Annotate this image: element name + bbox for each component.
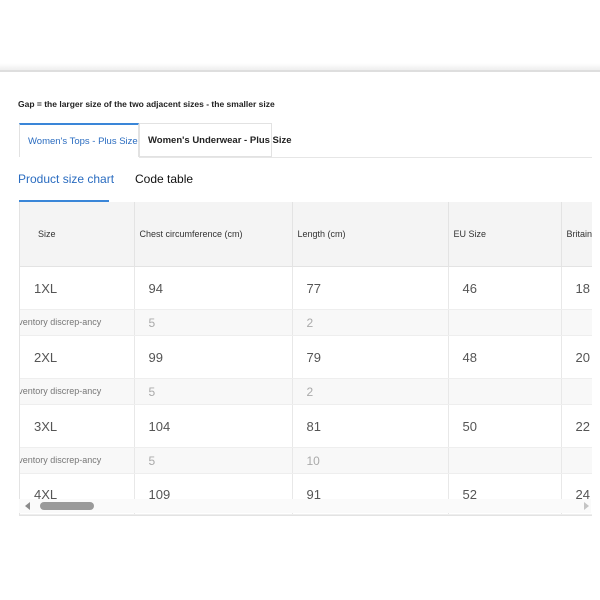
- header-eu-size: EU Size: [448, 202, 562, 267]
- cell-length-gap: 2: [292, 309, 449, 336]
- cell-britain: 18: [561, 266, 592, 310]
- table-row: 2XL 99 79 48 20: [20, 335, 592, 379]
- cell-chest-gap: 5: [134, 378, 293, 405]
- subtab-code-table[interactable]: Code table: [135, 172, 193, 186]
- header-length: Length (cm): [292, 202, 449, 267]
- table-row-gap: Inventory discrep-ancy 5 10: [19, 447, 592, 474]
- cell-gap-label: Inventory discrep-ancy: [19, 447, 135, 474]
- cell-britain: 22: [561, 404, 592, 448]
- cell-chest: 99: [134, 335, 293, 379]
- cell-britain-gap: [561, 447, 592, 474]
- header-size: Size: [20, 202, 135, 267]
- cell-length-gap: 10: [292, 447, 449, 474]
- cell-eu-size: 50: [448, 404, 562, 448]
- gap-label: Inventory discrep-ancy: [19, 317, 102, 327]
- gap-label: Inventory discrep-ancy: [19, 386, 102, 396]
- cell-britain-gap: [561, 378, 592, 405]
- cell-gap-label: Inventory discrep-ancy: [19, 309, 135, 336]
- cell-size: 1XL: [20, 266, 135, 310]
- cell-chest: 94: [134, 266, 293, 310]
- cell-size: 2XL: [20, 335, 135, 379]
- table-row: 3XL 104 81 50 22: [20, 404, 592, 448]
- table-row-gap: Inventory discrep-ancy 5 2: [19, 378, 592, 405]
- cell-eu-size: 48: [448, 335, 562, 379]
- table-header-row: Size Chest circumference (cm) Length (cm…: [20, 202, 592, 267]
- tab-womens-underwear-plus-size[interactable]: Women's Underwear - Plus Size: [139, 123, 292, 157]
- cell-length-gap: 2: [292, 378, 449, 405]
- header-britain: Britain: [561, 202, 592, 267]
- tabs-divider: [139, 157, 592, 158]
- scrollbar-thumb[interactable]: [40, 502, 94, 510]
- cell-eu-gap: [448, 378, 562, 405]
- cell-chest-gap: 5: [134, 447, 293, 474]
- cell-eu-size: 46: [448, 266, 562, 310]
- cell-size: 3XL: [20, 404, 135, 448]
- cell-britain: 20: [561, 335, 592, 379]
- horizontal-scrollbar[interactable]: [19, 499, 591, 513]
- subtab-product-size-chart[interactable]: Product size chart: [18, 172, 114, 186]
- cell-eu-gap: [448, 447, 562, 474]
- top-divider: [0, 70, 600, 72]
- triangle-left-icon[interactable]: [25, 502, 30, 510]
- header-chest-circumference: Chest circumference (cm): [134, 202, 293, 267]
- cell-britain-gap: [561, 309, 592, 336]
- top-bar: [0, 0, 600, 72]
- triangle-right-icon[interactable]: [584, 502, 589, 510]
- size-chart-table-container[interactable]: Size Chest circumference (cm) Length (cm…: [19, 202, 592, 516]
- cell-length: 81: [292, 404, 449, 448]
- gap-note: Gap = the larger size of the two adjacen…: [18, 99, 275, 109]
- cell-chest-gap: 5: [134, 309, 293, 336]
- cell-eu-gap: [448, 309, 562, 336]
- cell-length: 79: [292, 335, 449, 379]
- cell-gap-label: Inventory discrep-ancy: [19, 378, 135, 405]
- tab-womens-tops-plus-size[interactable]: Women's Tops - Plus Size: [19, 123, 139, 157]
- cell-length: 77: [292, 266, 449, 310]
- category-tabs: Women's Tops - Plus Size Women's Underwe…: [19, 123, 292, 158]
- gap-label: Inventory discrep-ancy: [19, 455, 102, 465]
- table-row: 1XL 94 77 46 18: [20, 266, 592, 310]
- cell-chest: 104: [134, 404, 293, 448]
- size-chart-table: Size Chest circumference (cm) Length (cm…: [20, 202, 592, 515]
- table-row-gap: Inventory discrep-ancy 5 2: [19, 309, 592, 336]
